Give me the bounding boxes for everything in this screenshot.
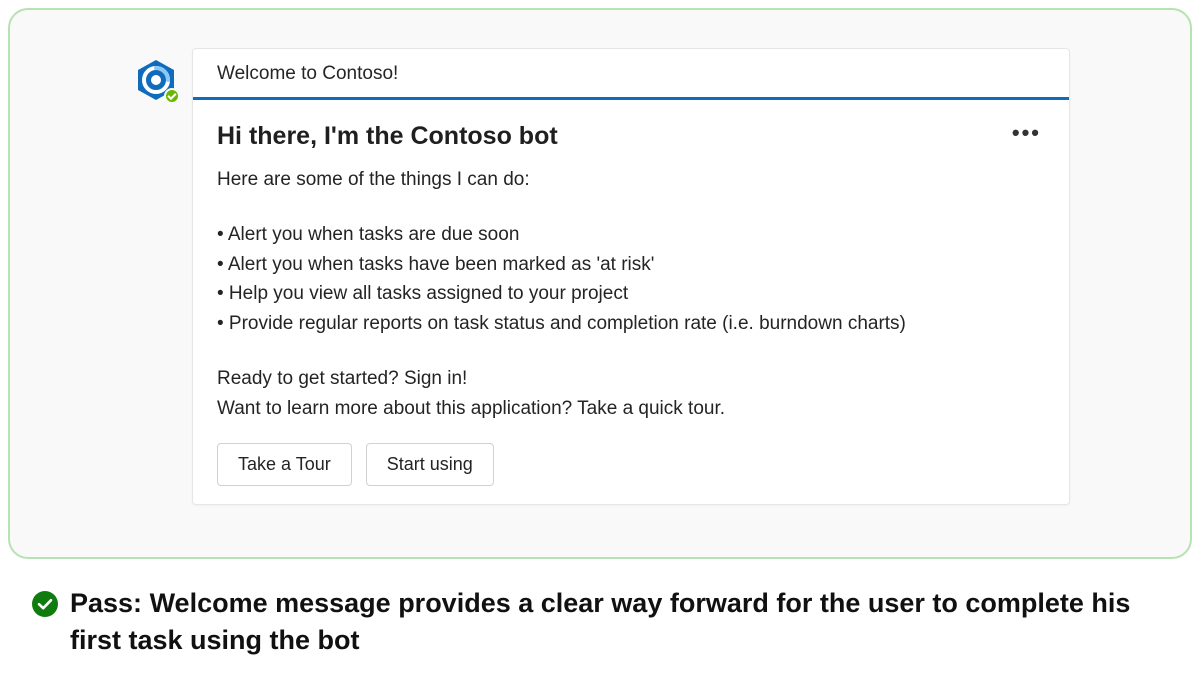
example-panel: Welcome to Contoso! Hi there, I'm the Co…	[8, 8, 1192, 559]
footer-text: Ready to get started? Sign in! Want to l…	[217, 364, 1045, 423]
bullet-item: • Help you view all tasks assigned to yo…	[217, 279, 1045, 308]
card-title: Hi there, I'm the Contoso bot	[217, 122, 558, 151]
action-row: Take a Tour Start using	[217, 443, 1045, 486]
validation-body: Welcome message provides a clear way for…	[70, 588, 1130, 654]
footer-line-1: Ready to get started? Sign in!	[217, 364, 1045, 393]
bullet-item: • Provide regular reports on task status…	[217, 309, 1045, 338]
validation-prefix: Pass:	[70, 588, 142, 618]
take-tour-button[interactable]: Take a Tour	[217, 443, 352, 486]
welcome-card: Welcome to Contoso! Hi there, I'm the Co…	[192, 48, 1070, 505]
bullet-item: • Alert you when tasks are due soon	[217, 220, 1045, 249]
bullet-list: • Alert you when tasks are due soon • Al…	[217, 220, 1045, 338]
card-header: Welcome to Contoso!	[193, 49, 1069, 100]
bot-avatar-col	[134, 58, 178, 102]
start-using-button[interactable]: Start using	[366, 443, 494, 486]
intro-text: Here are some of the things I can do:	[217, 165, 1045, 194]
bot-avatar	[134, 58, 178, 102]
more-options-button[interactable]: •••	[1008, 122, 1045, 144]
checkmark-circle-icon	[32, 591, 58, 617]
bullet-item: • Alert you when tasks have been marked …	[217, 250, 1045, 279]
presence-available-icon	[164, 88, 180, 104]
validation-text: Pass: Welcome message provides a clear w…	[70, 585, 1168, 658]
validation-result: Pass: Welcome message provides a clear w…	[8, 559, 1192, 666]
footer-line-2: Want to learn more about this applicatio…	[217, 394, 1045, 423]
card-body: Hi there, I'm the Contoso bot ••• Here a…	[193, 100, 1069, 504]
